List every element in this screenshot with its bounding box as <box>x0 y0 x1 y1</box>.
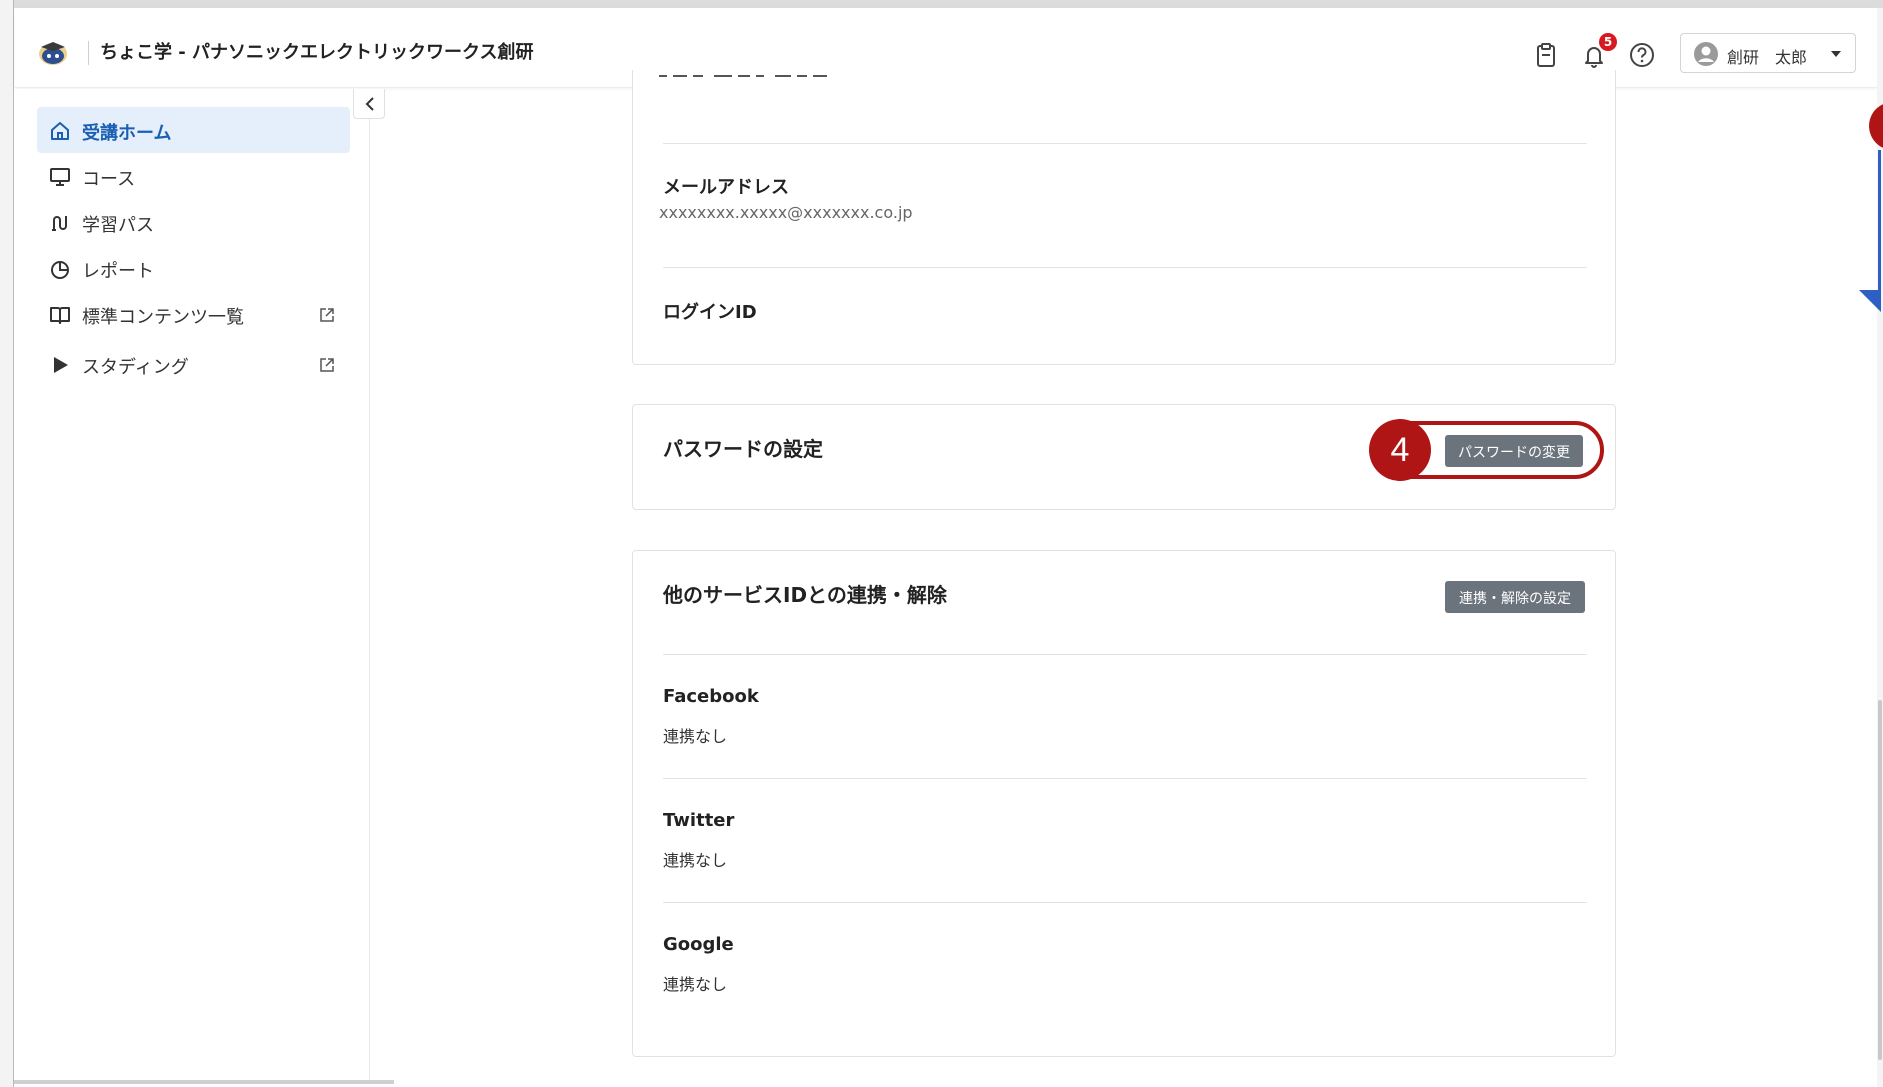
notification-badge: 5 <box>1599 33 1617 51</box>
service-linking-title: 他のサービスIDとの連携・解除 <box>663 583 947 607</box>
callout-number-badge: 4 <box>1369 419 1431 481</box>
annotation-arrow-head-icon <box>1859 290 1881 312</box>
clipboard-icon[interactable] <box>1532 41 1560 69</box>
sidebar-item-label: スタディング <box>82 357 189 378</box>
divider <box>663 902 1587 903</box>
play-icon <box>54 357 68 373</box>
google-label: Google <box>663 934 734 955</box>
window-left-edge <box>0 0 14 1087</box>
monitor-icon <box>50 168 70 186</box>
callout-marker-partial <box>1869 102 1883 150</box>
window-top-strip <box>0 0 1883 8</box>
login-id-label: ログインID <box>663 302 757 323</box>
book-icon <box>50 307 70 324</box>
pie-chart-icon <box>51 261 69 279</box>
sidebar-item-report[interactable]: レポート <box>37 245 350 291</box>
logo-divider <box>88 41 89 65</box>
page-scrollbar-thumb[interactable] <box>1878 700 1882 1060</box>
service-linking-card: 他のサービスIDとの連携・解除 連携・解除の設定 Facebook 連携なし T… <box>632 550 1616 1057</box>
divider <box>663 654 1587 655</box>
sidebar-collapse-button[interactable] <box>353 89 385 119</box>
avatar-icon <box>1694 42 1718 66</box>
email-label: メールアドレス <box>663 177 789 198</box>
sidebar-item-course[interactable]: コース <box>37 153 350 199</box>
twitter-status: 連携なし <box>663 851 728 870</box>
facebook-label: Facebook <box>663 686 759 707</box>
sidebar-item-studying[interactable]: スタディング <box>37 341 350 387</box>
logo-icon[interactable] <box>37 39 69 67</box>
help-icon[interactable] <box>1628 41 1656 69</box>
sidebar-bottom-edge <box>14 1080 394 1084</box>
google-status: 連携なし <box>663 975 728 994</box>
path-icon <box>52 216 67 231</box>
divider <box>663 143 1587 144</box>
chevron-down-icon <box>1831 51 1841 57</box>
annotation-arrow-line <box>1878 150 1881 300</box>
password-settings-title: パスワードの設定 <box>663 437 823 461</box>
home-icon <box>51 122 69 140</box>
sidebar-item-home[interactable]: 受講ホーム <box>37 107 350 153</box>
twitter-label: Twitter <box>663 810 735 831</box>
sidebar-item-standard-contents[interactable]: 標準コンテンツ一覧 <box>37 291 350 337</box>
sidebar-item-learning-path[interactable]: 学習パス <box>37 199 350 245</box>
sidebar-item-label: 標準コンテンツ一覧 <box>82 307 244 328</box>
sidebar-item-label: 受講ホーム <box>82 123 172 144</box>
user-menu-button[interactable]: 創研 太郎 <box>1680 33 1856 73</box>
chevron-left-icon <box>365 97 374 111</box>
sidebar-item-label: 学習パス <box>82 215 154 236</box>
external-link-icon <box>320 308 334 322</box>
external-link-icon <box>320 358 334 372</box>
account-info-card: メールアドレス xxxxxxxx.xxxxx@xxxxxxx.co.jp ログイ… <box>632 70 1616 365</box>
sidebar: 受講ホーム コース 学習パス レポート 標準コンテンツ一覧 スタディング <box>15 89 385 1080</box>
facebook-status: 連携なし <box>663 727 728 746</box>
divider <box>663 267 1587 268</box>
app-title: ちょこ学 - パナソニックエレクトリックワークス創研 <box>100 42 534 63</box>
user-name: 創研 太郎 <box>1727 48 1808 67</box>
clipped-text-fragment <box>659 73 1029 79</box>
email-value: xxxxxxxx.xxxxx@xxxxxxx.co.jp <box>659 203 913 222</box>
sidebar-item-label: コース <box>82 169 136 190</box>
link-settings-button[interactable]: 連携・解除の設定 <box>1445 581 1585 613</box>
divider <box>663 778 1587 779</box>
sidebar-item-label: レポート <box>82 261 154 282</box>
